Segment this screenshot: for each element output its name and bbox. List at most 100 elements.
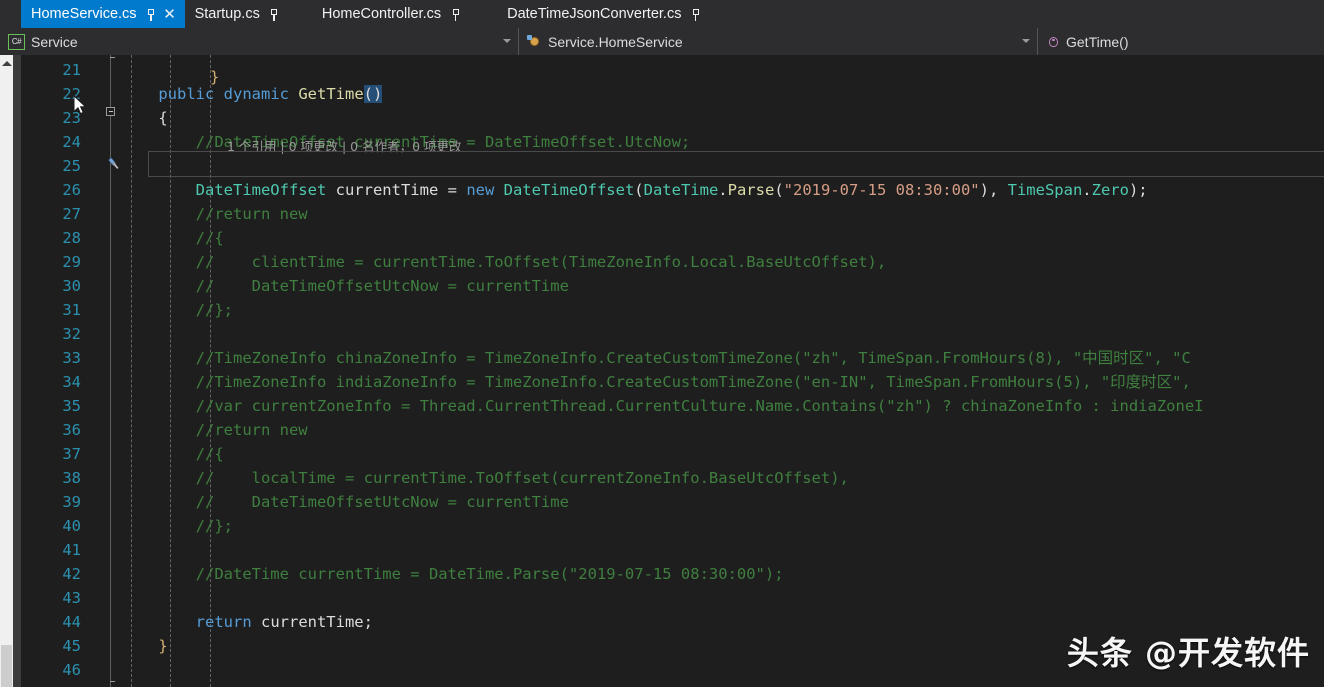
code-line[interactable]: 38 // localTime = currentTime.ToOffset(c…	[21, 466, 1324, 490]
tab-homecontroller[interactable]: HomeController.cs	[295, 0, 478, 28]
code-text[interactable]: }	[121, 634, 168, 658]
tab-label: DateTimeJsonConverter.cs	[507, 6, 682, 22]
code-token: //{	[121, 445, 224, 463]
code-text[interactable]: //{	[121, 442, 224, 466]
visual-studio-window: HomeService.cs ✕ Startup.cs HomeControll…	[0, 0, 1324, 687]
code-text[interactable]: {	[121, 106, 167, 130]
code-line[interactable]: 21	[21, 58, 1324, 82]
code-line[interactable]: 31 //};	[21, 298, 1324, 322]
code-token: Parse	[727, 181, 775, 199]
scroll-up-icon[interactable]	[2, 61, 12, 66]
tab-homeservice[interactable]: HomeService.cs ✕	[21, 0, 185, 28]
tab-datetimejsonconverter[interactable]: DateTimeJsonConverter.cs	[477, 0, 718, 28]
code-line[interactable]: 29 // clientTime = currentTime.ToOffset(…	[21, 250, 1324, 274]
code-text[interactable]: // DateTimeOffsetUtcNow = currentTime	[121, 490, 569, 514]
collapse-minus-icon[interactable]	[106, 107, 115, 116]
code-line[interactable]: 27 //return new	[21, 202, 1324, 226]
code-text[interactable]: DateTimeOffset currentTime = new DateTim…	[121, 178, 1148, 202]
code-line[interactable]: 39 // DateTimeOffsetUtcNow = currentTime	[21, 490, 1324, 514]
code-text[interactable]: // localTime = currentTime.ToOffset(curr…	[121, 466, 849, 490]
code-line[interactable]: 26 DateTimeOffset currentTime = new Date…	[21, 178, 1324, 202]
line-number: 35	[62, 397, 81, 415]
line-number: 39	[62, 493, 81, 511]
code-line[interactable]: 33 //TimeZoneInfo chinaZoneInfo = TimeZo…	[21, 346, 1324, 370]
code-line[interactable]: 37 //{	[21, 442, 1324, 466]
code-line[interactable]: 28 //{	[21, 226, 1324, 250]
code-text[interactable]: return currentTime;	[121, 610, 373, 634]
screwdriver-icon[interactable]	[106, 156, 122, 172]
code-token: .	[718, 181, 728, 199]
vertical-scrollbar[interactable]	[0, 55, 13, 687]
member-dropdown[interactable]: GetTime()	[1038, 28, 1324, 55]
code-text[interactable]: //DateTime currentTime = DateTime.Parse(…	[121, 562, 784, 586]
chevron-down-icon[interactable]	[503, 39, 511, 43]
code-line[interactable]: 30 // DateTimeOffsetUtcNow = currentTime	[21, 274, 1324, 298]
code-text[interactable]: public dynamic GetTime()	[121, 82, 383, 106]
pin-icon[interactable]	[146, 8, 157, 22]
tab-startup[interactable]: Startup.cs	[184, 0, 296, 28]
breakpoint-margin[interactable]	[13, 55, 21, 687]
code-text[interactable]: //return new	[121, 418, 308, 442]
editor-tab-bar: HomeService.cs ✕ Startup.cs HomeControll…	[0, 0, 1324, 28]
code-token: (	[634, 181, 644, 199]
class-icon	[527, 34, 542, 49]
line-number: 40	[62, 517, 81, 535]
chevron-down-icon[interactable]	[1022, 39, 1030, 43]
pin-icon[interactable]	[450, 8, 461, 22]
scrollbar-thumb[interactable]	[1, 645, 12, 687]
code-token: //};	[121, 301, 233, 319]
line-number: 34	[62, 373, 81, 391]
type-dropdown[interactable]: Service.HomeService	[519, 28, 1038, 55]
code-token: Zero	[1091, 181, 1129, 199]
code-line[interactable]: 40 //};	[21, 514, 1324, 538]
line-number: 28	[62, 229, 81, 247]
project-dropdown[interactable]: C# Service	[0, 28, 519, 55]
mouse-cursor	[74, 96, 87, 115]
code-text[interactable]: // DateTimeOffsetUtcNow = currentTime	[121, 274, 569, 298]
code-line[interactable]: 42 //DateTime currentTime = DateTime.Par…	[21, 562, 1324, 586]
code-line[interactable]: 32	[21, 322, 1324, 346]
member-dropdown-label: GetTime()	[1066, 33, 1129, 50]
code-token: //TimeZoneInfo chinaZoneInfo = TimeZoneI…	[121, 349, 1191, 367]
line-number: 46	[62, 661, 81, 679]
tab-label: HomeService.cs	[31, 6, 137, 22]
code-token: //};	[121, 517, 233, 535]
line-number: 45	[62, 637, 81, 655]
code-text[interactable]: //};	[121, 298, 233, 322]
code-token: //TimeZoneInfo indiaZoneInfo = TimeZoneI…	[121, 373, 1191, 391]
code-line[interactable]: 35 //var currentZoneInfo = Thread.Curren…	[21, 394, 1324, 418]
code-surface[interactable]: } 21 22 public dynamic GetTime() 23 { 24 //…	[21, 55, 1324, 687]
close-icon[interactable]: ✕	[163, 7, 177, 22]
code-text[interactable]: //};	[121, 514, 233, 538]
line-number: 30	[62, 277, 81, 295]
project-dropdown-label: Service	[31, 33, 78, 50]
tab-bar-left-gap	[0, 0, 21, 28]
line-number: 24	[62, 133, 81, 151]
code-token: currentTime;	[251, 613, 373, 631]
code-text[interactable]: //var currentZoneInfo = Thread.CurrentTh…	[121, 394, 1204, 418]
code-token: .	[1082, 181, 1092, 199]
code-line[interactable]: 36 //return new	[21, 418, 1324, 442]
code-token: ),	[979, 181, 1008, 199]
code-line[interactable]: 23 {	[21, 106, 1324, 130]
code-line[interactable]: 34 //TimeZoneInfo indiaZoneInfo = TimeZo…	[21, 370, 1324, 394]
pin-icon[interactable]	[690, 8, 701, 22]
code-text[interactable]: //TimeZoneInfo chinaZoneInfo = TimeZoneI…	[121, 346, 1191, 370]
code-text[interactable]: //{	[121, 226, 224, 250]
code-token: }	[121, 637, 168, 655]
code-line[interactable]: 41	[21, 538, 1324, 562]
code-text[interactable]: //return new	[121, 202, 308, 226]
line-number: 44	[62, 613, 81, 631]
code-text[interactable]: //TimeZoneInfo indiaZoneInfo = TimeZoneI…	[121, 370, 1191, 394]
code-line[interactable]: 43	[21, 586, 1324, 610]
code-token: // DateTimeOffsetUtcNow = currentTime	[121, 493, 569, 511]
outline-dash	[110, 681, 115, 682]
navigation-bar: C# Service Service.HomeService GetTime()	[0, 28, 1324, 56]
code-editor[interactable]: } 21 22 public dynamic GetTime() 23 { 24 //…	[0, 55, 1324, 687]
code-text[interactable]: // clientTime = currentTime.ToOffset(Tim…	[121, 250, 887, 274]
code-token: =	[447, 181, 467, 199]
code-line[interactable]: 22 public dynamic GetTime()	[21, 82, 1324, 106]
pin-icon[interactable]	[269, 8, 280, 22]
